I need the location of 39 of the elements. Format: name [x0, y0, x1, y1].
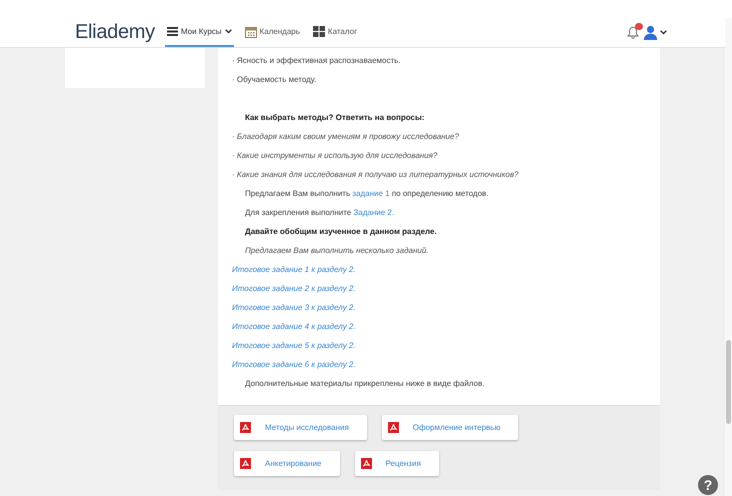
account-menu[interactable] — [643, 25, 667, 40]
file-button[interactable]: Рецензия — [354, 451, 439, 476]
link[interactable]: Итоговое задание 1 к разделу 2. — [232, 265, 356, 274]
pdf-icon — [240, 422, 251, 433]
link[interactable]: Итоговое задание 3 к разделу 2. — [232, 303, 356, 312]
menu-icon — [166, 27, 178, 36]
logo[interactable]: Eliademy — [75, 21, 155, 44]
link[interactable]: задание 1 — [352, 189, 390, 198]
pdf-icon — [388, 422, 399, 433]
link[interactable]: Итоговое задание 2 к разделу 2. — [232, 284, 356, 293]
paragraph: · Какие инструменты я использую для исследования? — [232, 150, 438, 162]
nav-tab[interactable]: Каталог — [310, 18, 360, 47]
paragraph: · Какие знания для исследования я получаю из литературных источников? — [232, 169, 520, 181]
link[interactable]: Итоговое задание 5 к разделу 2. — [232, 341, 356, 350]
paragraph: Дополнительные материалы прикреплены ниже в виде файлов. — [244, 378, 486, 390]
paragraph: · Обучаемость методу. — [232, 74, 318, 86]
pdf-icon — [240, 458, 251, 469]
paragraph: Для закрепления выполните Задание 2. — [244, 207, 396, 219]
link[interactable]: Итоговое задание 6 к разделу 2. — [232, 360, 356, 369]
file-button[interactable]: Оформление интервью — [382, 415, 518, 440]
scrollbar[interactable] — [725, 18, 732, 496]
user-icon — [643, 25, 658, 40]
scrollbar-thumb[interactable] — [726, 340, 731, 424]
file-button[interactable]: Анкетирование — [234, 451, 340, 476]
paragraph: Предлагаем Вам выполнить задание 1 по определению методов. — [244, 188, 490, 200]
heading-text: Давайте обобщим изученное в данном разделе. — [244, 226, 438, 238]
heading-text: Как выбрать методы? Ответить на вопросы: — [244, 112, 426, 124]
file-button[interactable]: Методы исследования — [234, 415, 367, 440]
calendar-icon — [244, 26, 257, 38]
paragraph: · Ясность и эффективная распознаваемость. — [232, 55, 402, 67]
paragraph: Предлагаем Вам выполнить несколько заданий. — [244, 245, 430, 257]
link[interactable]: Итоговое задание 4 к разделу 2. — [232, 322, 356, 331]
link[interactable]: Задание 2. — [353, 208, 394, 217]
paragraph: · Благодаря каким своим умениям я провожу исследование? — [232, 131, 460, 143]
bell-icon — [627, 26, 639, 39]
grid-icon — [312, 26, 325, 37]
help-button[interactable]: ? — [698, 475, 718, 495]
nav-tab[interactable]: Календарь — [242, 18, 302, 47]
pdf-icon — [360, 458, 372, 469]
